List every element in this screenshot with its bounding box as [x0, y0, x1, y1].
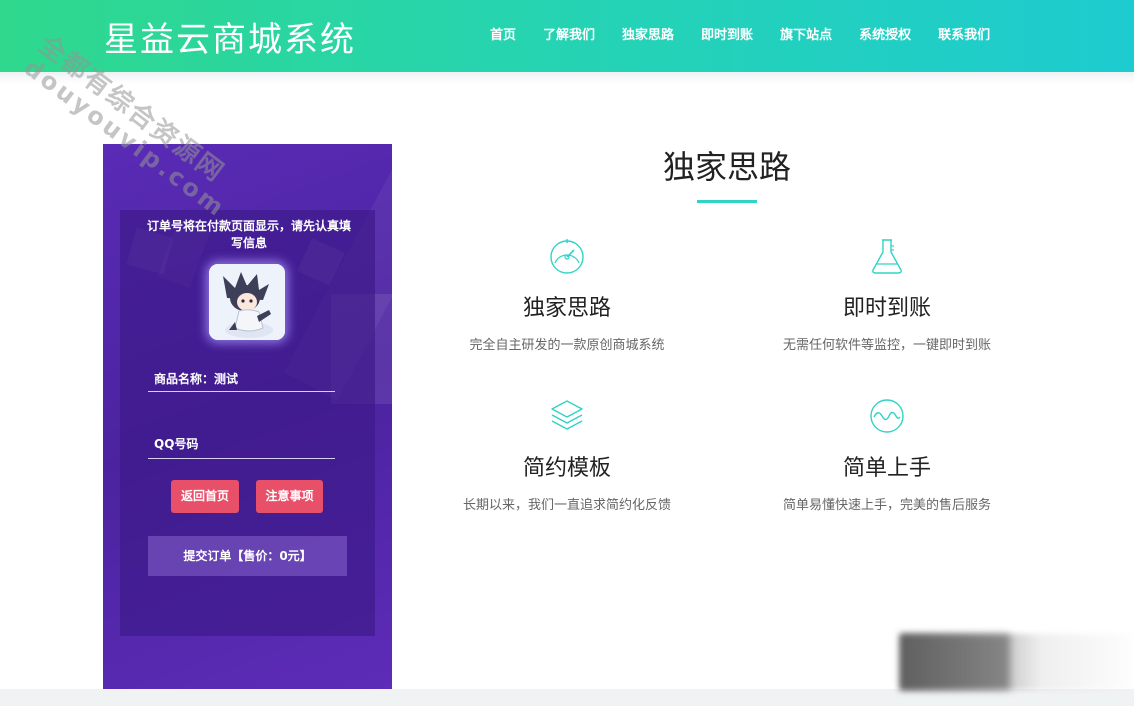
section-title: 独家思路 [662, 148, 791, 186]
back-home-button[interactable]: 返回首页 [171, 480, 239, 513]
header: 星益云商城系统 首页 了解我们 独家思路 即时到账 旗下站点 系统授权 联系我们 [0, 0, 1134, 72]
feature-desc: 完全自主研发的一款原创商城系统 [469, 338, 665, 353]
header-shadow [0, 72, 1134, 84]
avatar [209, 264, 285, 340]
feature-card: 简单上手 简单易懂快速上手，完美的售后服务 [737, 396, 1037, 513]
feature-card: 简约模板 长期以来，我们一直追求简约化反馈 [417, 396, 717, 513]
nav-item-license[interactable]: 系统授权 [859, 24, 911, 43]
feature-name: 独家思路 [522, 296, 611, 321]
product-name-field: 商品名称：测试 [148, 362, 335, 392]
site-logo[interactable]: 星益云商城系统 [104, 12, 356, 61]
speedometer-icon [550, 239, 584, 274]
feature-desc: 无需任何软件等监控，一键即时到账 [782, 338, 991, 353]
feature-desc: 简单易懂快速上手，完美的售后服务 [782, 498, 991, 513]
nav-item-about[interactable]: 了解我们 [543, 24, 595, 43]
wave-icon [870, 399, 904, 433]
qq-input[interactable] [148, 429, 335, 458]
feature-name: 即时到账 [842, 296, 931, 321]
order-form: 订单号将在付款页面显示，请先认真填写信息 商品名称：测试 QQ号码 返回首页 注… [120, 210, 375, 636]
main-nav: 首页 了解我们 独家思路 即时到账 旗下站点 系统授权 联系我们 [490, 24, 1017, 43]
nav-item-instant[interactable]: 即时到账 [701, 24, 753, 43]
nav-item-home[interactable]: 首页 [490, 24, 516, 43]
footer-strip [0, 689, 1134, 706]
flask-icon [872, 239, 902, 274]
nav-item-contact[interactable]: 联系我们 [938, 24, 990, 43]
title-underline [697, 200, 757, 203]
nav-item-sites[interactable]: 旗下站点 [780, 24, 832, 43]
feature-name: 简单上手 [842, 456, 931, 481]
feature-desc: 长期以来，我们一直追求简约化反馈 [462, 498, 671, 513]
product-name-label: 商品名称：测试 [154, 372, 239, 386]
order-phone-panel: 订单号将在付款页面显示，请先认真填写信息 商品名称：测试 QQ号码 返回首页 注… [103, 144, 392, 689]
page: 星益云商城系统 首页 了解我们 独家思路 即时到账 旗下站点 系统授权 联系我们… [0, 0, 1134, 706]
nav-item-ideas[interactable]: 独家思路 [622, 24, 674, 43]
avatar-illustration [209, 264, 285, 340]
layers-icon [551, 400, 583, 430]
order-notice: 订单号将在付款页面显示，请先认真填写信息 [146, 219, 351, 250]
feature-card: 即时到账 无需任何软件等监控，一键即时到账 [737, 236, 1037, 353]
submit-order-button[interactable]: 提交订单【售价：0元】 [148, 536, 347, 576]
qq-field[interactable] [148, 429, 335, 459]
notes-button[interactable]: 注意事项 [256, 480, 323, 513]
blurred-overlay [900, 634, 1010, 690]
feature-card: 独家思路 完全自主研发的一款原创商城系统 [417, 236, 717, 353]
feature-name: 简约模板 [522, 456, 611, 481]
